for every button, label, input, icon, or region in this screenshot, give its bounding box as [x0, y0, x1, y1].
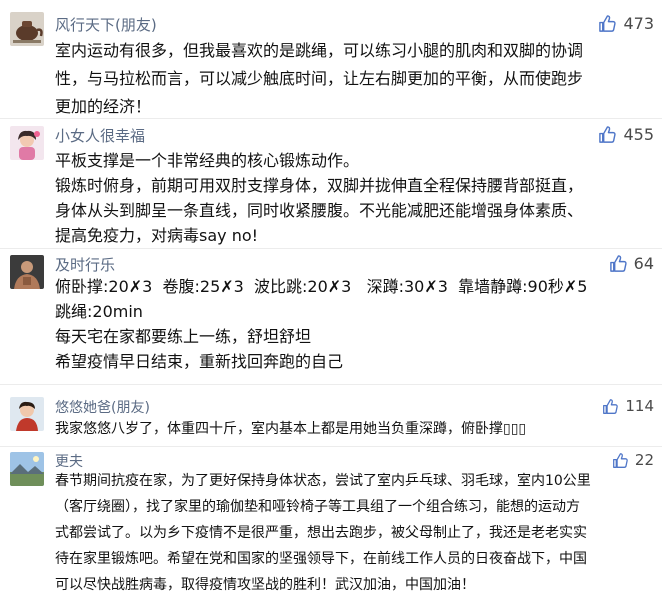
like-count: 455	[623, 125, 654, 144]
comment-line: 提高免疫力，对病毒say no!	[55, 226, 259, 245]
thumbs-up-icon	[598, 14, 617, 33]
avatar[interactable]	[10, 397, 44, 431]
comment-text: 我家悠悠八岁了，体重四十斤，室内基本上都是用她当负重深蹲，俯卧撑▯▯▯	[55, 416, 652, 442]
comment-line: 春节期间抗疫在家，为了更好保持身体状态，尝试了室内乒乓球、羽毛球，室内10公里	[55, 473, 591, 489]
comment-item: 更夫 22 春节期间抗疫在家，为了更好保持身体状态，尝试了室内乒乓球、羽毛球，室…	[0, 446, 662, 595]
username[interactable]: 小女人很幸福	[55, 125, 145, 146]
man-avatar	[10, 255, 44, 289]
child-avatar	[10, 397, 44, 431]
comment-line: 平板支撑是一个非常经典的核心锻炼动作。	[55, 151, 360, 170]
like-button[interactable]: 114	[602, 397, 654, 415]
username[interactable]: 悠悠她爸(朋友)	[55, 397, 150, 417]
like-count: 64	[633, 254, 654, 273]
like-count: 114	[625, 397, 654, 415]
comment-line: 室内运动有很多，但我最喜欢的是跳绳，可以练习小腿的肌肉和双脚的协调	[55, 41, 584, 60]
like-button[interactable]: 22	[612, 451, 654, 469]
comment-item: 风行天下(朋友) 473 室内运动有很多，但我最喜欢的是跳绳，可以练习小腿的肌肉…	[0, 0, 662, 119]
thumbs-up-icon	[612, 452, 629, 469]
comment-line: （客厅绕圈），找了家里的瑜伽垫和哑铃椅子等工具组了一个组合练习，能想的运动方	[55, 499, 580, 515]
comment-line: 跳绳:20min	[55, 302, 143, 321]
thumbs-up-icon	[602, 398, 619, 415]
like-button[interactable]: 455	[598, 125, 654, 144]
avatar[interactable]	[10, 255, 44, 289]
comment-line: 锻炼时俯身，前期可用双肘支撑身体，双脚并拢伸直全程保持腰背部挺直，	[55, 176, 584, 195]
username[interactable]: 风行天下(朋友)	[55, 14, 157, 35]
thumbs-up-icon	[609, 254, 628, 273]
like-count: 473	[623, 14, 654, 33]
comment-item: 及时行乐 64 俯卧撑:20✗3 卷腹:25✗3 波比跳:20✗3 深蹲:30✗…	[0, 248, 662, 385]
like-button[interactable]: 64	[609, 254, 654, 273]
username[interactable]: 及时行乐	[55, 254, 115, 275]
comment-line: 我家悠悠八岁了，体重四十斤，室内基本上都是用她当负重深蹲，俯卧撑▯▯▯	[55, 421, 527, 437]
avatar[interactable]	[10, 452, 44, 486]
comment-item: 小女人很幸福 455 平板支撑是一个非常经典的核心锻炼动作。 锻炼时俯身，前期可…	[0, 118, 662, 249]
like-button[interactable]: 473	[598, 14, 654, 33]
landscape-avatar	[10, 452, 44, 486]
comment-line: 更加的经济！	[55, 97, 152, 116]
comment-line: 身体从头到脚呈一条直线，同时收紧腰腹。不光能减肥还能增强身体素质、	[55, 201, 584, 220]
girl-avatar	[10, 126, 44, 160]
comment-line: 可以尽快战胜病毒，取得疫情攻坚战的胜利！武汉加油，中国加油！	[55, 577, 475, 593]
comment-text: 俯卧撑:20✗3 卷腹:25✗3 波比跳:20✗3 深蹲:30✗3 靠墙静蹲:9…	[55, 274, 652, 374]
comment-line: 性，与马拉松而言，可以减少触底时间，让左右脚更加的平衡，从而使跑步	[55, 69, 584, 88]
comment-text: 春节期间抗疫在家，为了更好保持身体状态，尝试了室内乒乓球、羽毛球，室内10公里 …	[55, 468, 652, 598]
avatar[interactable]	[10, 12, 44, 46]
comment-line: 待在家里锻炼吧。希望在党和国家的坚强领导下，在前线工作人员的日夜奋战下，中国	[55, 551, 587, 567]
comment-text: 平板支撑是一个非常经典的核心锻炼动作。 锻炼时俯身，前期可用双肘支撑身体，双脚并…	[55, 148, 652, 248]
comment-item: 悠悠她爸(朋友) 114 我家悠悠八岁了，体重四十斤，室内基本上都是用她当负重深…	[0, 384, 662, 447]
comment-text: 室内运动有很多，但我最喜欢的是跳绳，可以练习小腿的肌肉和双脚的协调 性，与马拉松…	[55, 37, 652, 121]
comment-line: 希望疫情早日结束，重新找回奔跑的自己	[55, 352, 344, 371]
thumbs-up-icon	[598, 125, 617, 144]
avatar[interactable]	[10, 126, 44, 160]
comment-line: 俯卧撑:20✗3 卷腹:25✗3 波比跳:20✗3 深蹲:30✗3 靠墙静蹲:9…	[55, 277, 588, 296]
comment-line: 式都尝试了。以为乡下疫情不是很严重，想出去跑步，被父母制止了，我还是老老实实	[55, 525, 587, 541]
like-count: 22	[634, 451, 654, 469]
teapot-avatar	[10, 12, 44, 46]
comment-line: 每天宅在家都要练上一练，舒坦舒坦	[55, 327, 312, 346]
